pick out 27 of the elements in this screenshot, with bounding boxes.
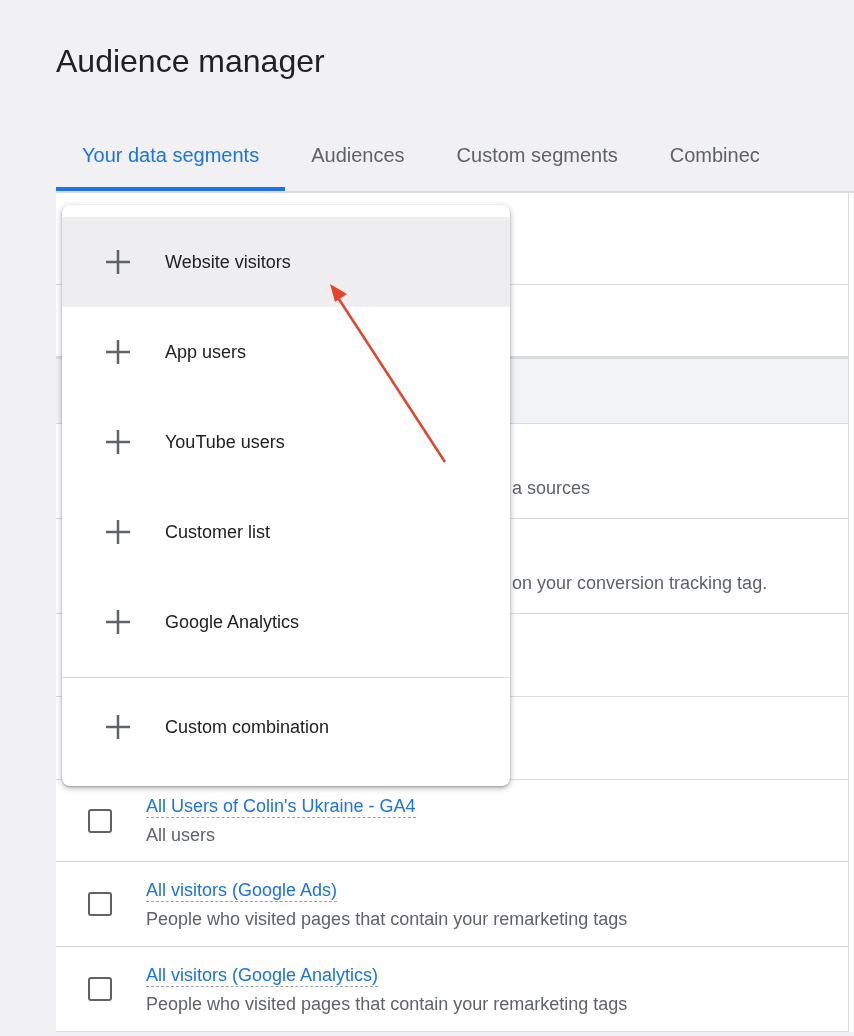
plus-icon xyxy=(104,248,132,276)
tab[interactable]: Combinec xyxy=(643,120,786,191)
tab[interactable]: Audiences xyxy=(285,120,431,191)
plus-icon xyxy=(104,518,132,546)
segment-description: on your conversion tracking tag. xyxy=(512,571,768,594)
menu-item[interactable]: App users xyxy=(62,307,510,397)
menu-item[interactable]: Custom combination xyxy=(62,682,510,772)
checkbox[interactable] xyxy=(88,977,112,1001)
segment-link[interactable]: All Users of Colin's Ukraine - GA4 xyxy=(146,795,416,818)
checkbox[interactable] xyxy=(88,892,112,916)
menu-item[interactable]: YouTube users xyxy=(62,397,510,487)
segment-description: All users xyxy=(146,824,217,846)
plus-icon xyxy=(104,428,132,456)
plus-icon xyxy=(104,608,132,636)
plus-icon xyxy=(104,338,132,366)
menu-item[interactable]: Website visitors xyxy=(62,217,510,307)
menu-item[interactable]: Google Analytics xyxy=(62,577,510,667)
segment-link[interactable]: All visitors (Google Analytics) xyxy=(146,963,379,987)
plus-icon xyxy=(104,713,132,741)
segment-link[interactable]: All visitors (Google Ads) xyxy=(146,878,338,902)
tab[interactable]: Custom segments xyxy=(430,120,644,191)
checkbox[interactable] xyxy=(88,808,112,833)
segment-description: People who visited pages that contain your remarketing tags xyxy=(146,992,628,1015)
page-title: Audience manager xyxy=(56,42,326,81)
segment-description: People who visited pages that contain your remarketing tags xyxy=(146,907,628,930)
menu-item[interactable]: Customer list xyxy=(62,487,510,577)
segment-description: a sources xyxy=(512,476,591,499)
